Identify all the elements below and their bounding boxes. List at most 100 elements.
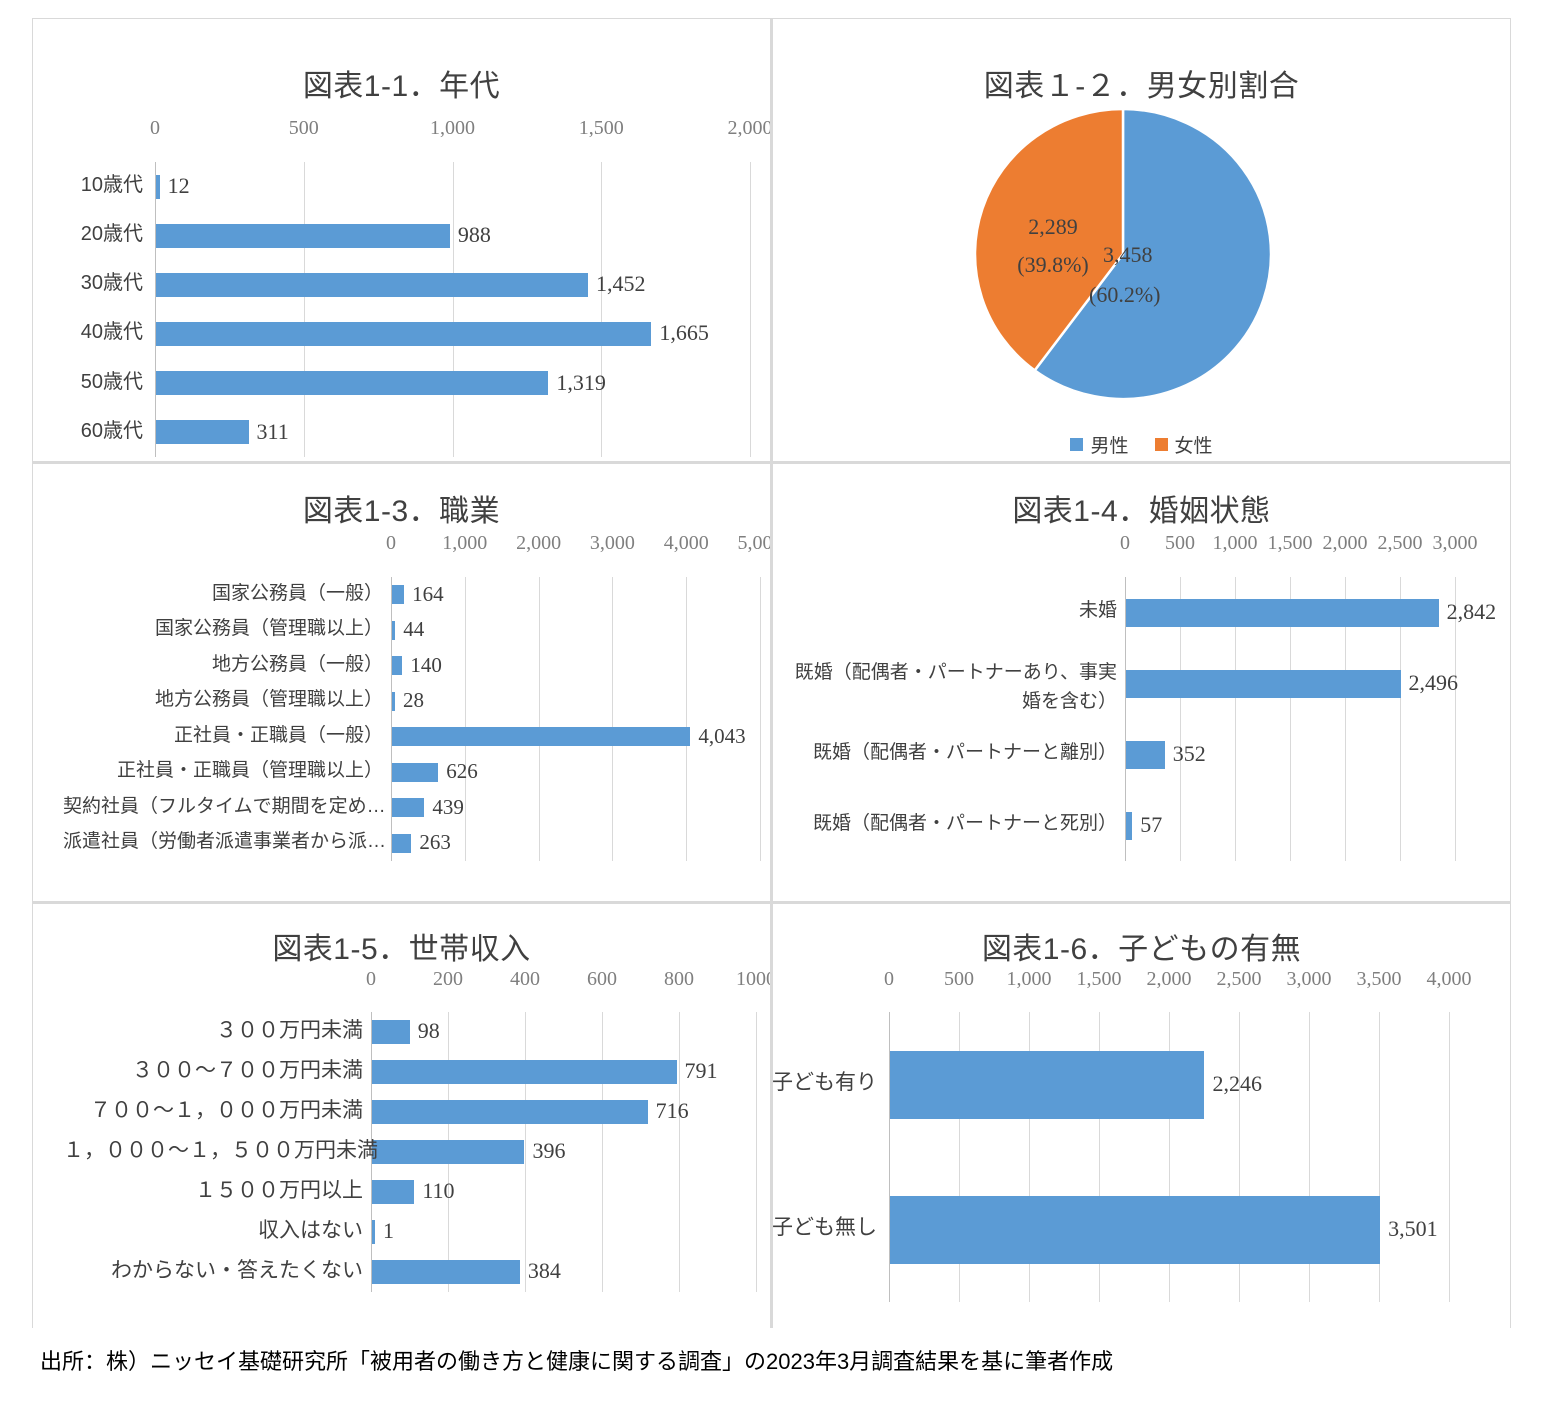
bar [372,1260,520,1284]
category-label: 20歳代 [80,223,143,246]
x-axis-tick-label: 0 [150,117,160,139]
legend-gender: 男性 女性 [773,431,1510,458]
x-axis-tick-label: 4,000 [663,532,709,554]
x-axis-tick-label: 800 [664,968,694,990]
x-axis-tick-label: 0 [1120,532,1130,554]
x-axis-tick-label: 1,000 [442,532,488,554]
bar-value-label: 2,496 [1408,669,1459,695]
category-label: 10歳代 [80,173,143,196]
gridline [612,577,614,861]
bar [392,585,405,605]
pie-label-female: 2,289 (39.8%) [1017,214,1089,277]
category-label: 国家公務員（管理職以上） [154,618,383,640]
category-label: 子ども有り [773,1071,877,1095]
gridline [464,577,466,861]
x-axis-tick-label: 2,500 [1377,532,1423,554]
panel-age: 図表1-1．年代 0 500 1,000 1,500 2,000 12 10歳代 988 20歳… [33,19,770,461]
bar-value-label: 1 [383,1218,394,1244]
category-label: ３００〜７００万円未満 [132,1058,363,1082]
bar [156,322,652,347]
gridline [1449,1012,1450,1302]
y-axis-line [155,162,156,457]
bar-value-label: 1,319 [556,369,606,395]
x-axis-tick-label: 0 [386,532,396,554]
figure-grid: 図表1-1．年代 0 500 1,000 1,500 2,000 12 10歳代 988 20歳… [32,18,1511,1336]
x-axis-tick-label: 1,500 [578,117,624,139]
plot-marital: 0 500 1,000 1,500 2,000 2,500 3,000 2,842 未婚 2,49… [773,464,1510,901]
legend-item-female[interactable]: 女性 [1154,431,1213,458]
bar [392,798,425,818]
chart-title-gender: 図表１-２．男女別割合 [983,70,1300,103]
panel-marital: 図表1-4．婚姻状態 0 500 1,000 1,500 2,000 2,500 3,000… [773,464,1510,901]
panel-income: 図表1-5．世帯収入 0200400600800100098３００万円未満791… [33,904,770,1336]
x-axis-tick-label: 3,000 [1286,968,1332,990]
x-axis-tick-label: 1,000 [1212,532,1258,554]
gridline [525,1012,526,1292]
x-axis-tick-label: 3,000 [1432,532,1478,554]
bar-value-label: 4,043 [698,723,746,748]
bar [392,762,439,782]
bar [392,727,691,747]
bar-value-label: 311 [256,418,289,444]
legend-swatch-female [1154,438,1168,451]
category-label: ３００万円未満 [216,1018,363,1042]
category-label: 60歳代 [80,419,143,442]
bar-value-label: 57 [1140,811,1163,837]
x-axis-tick-label: 3,500 [1356,968,1402,990]
bar [372,1060,677,1084]
bar-value-label: 791 [684,1058,718,1084]
x-axis-tick-label: 0 [366,968,376,990]
bar [156,223,450,248]
legend-swatch-male [1070,438,1084,451]
bar-value-label: 12 [167,172,190,198]
x-axis-tick-label: 1,500 [1267,532,1313,554]
bar [156,420,249,445]
y-axis-line [391,577,392,861]
category-label: 正社員・正職員（管理職以上） [116,760,383,782]
x-axis-tick-label: 400 [510,968,540,990]
panel-children: 図表1-6．子どもの有無 0 500 1,000 1,500 2,000 2,500 3,0… [773,904,1510,1336]
bar-value-label: 384 [527,1258,561,1284]
bar-value-label: 140 [410,652,442,677]
bar-value-label: 164 [412,581,444,606]
category-label: 正社員・正職員（一般） [173,724,383,746]
gridline [756,1012,757,1292]
bar [392,833,412,853]
category-label: わからない・答えたくない [111,1258,363,1282]
legend-label-female: 女性 [1174,436,1213,457]
bar [156,371,549,396]
bar-value-label: 396 [532,1138,566,1164]
bar [1126,740,1165,769]
legend-item-male[interactable]: 男性 [1070,431,1129,458]
gridline [452,162,454,457]
x-axis-tick-label: 2,000 [727,117,771,139]
bar [1126,669,1401,698]
gridline [538,577,540,861]
category-label: 収入はない [258,1218,363,1242]
bar-value-label: 1,665 [659,320,709,346]
bar-value-label: 1,452 [595,271,646,297]
bar [372,1140,525,1164]
bar [156,272,588,297]
x-axis-tick-label: 2,000 [1322,532,1368,554]
bar-value-label: 352 [1172,740,1206,766]
bar [392,656,403,676]
category-label: 地方公務員（一般） [211,653,383,675]
x-axis-tick-label: 200 [433,968,463,990]
x-axis-tick-label: 1000 [736,968,770,990]
x-axis-tick-label: 4,000 [1426,968,1472,990]
x-axis-tick-label: 2,500 [1216,968,1262,990]
category-label: 40歳代 [80,321,143,344]
category-label: 既婚（配偶者・パートナーと離別） [812,742,1117,764]
x-axis-tick-label: 3,000 [589,532,635,554]
bar [890,1195,1381,1264]
plot-occupation: 0 1,000 2,000 3,000 4,000 5,000 164 国家公務員（一般） 44… [33,464,770,901]
panel-occupation: 図表1-3．職業 01,0002,0003,0004,0005,000164国家… [33,464,770,901]
bar-value-label: 3,501 [1388,1215,1438,1241]
legend-label-male: 男性 [1090,436,1129,457]
category-label: 子ども無し [773,1216,877,1240]
category-label: 既婚（配偶者・パートナーあり、事実婚を含む） [794,661,1117,713]
bar-value-label: 439 [432,794,464,819]
gridline [760,577,761,861]
gridline [303,162,305,457]
